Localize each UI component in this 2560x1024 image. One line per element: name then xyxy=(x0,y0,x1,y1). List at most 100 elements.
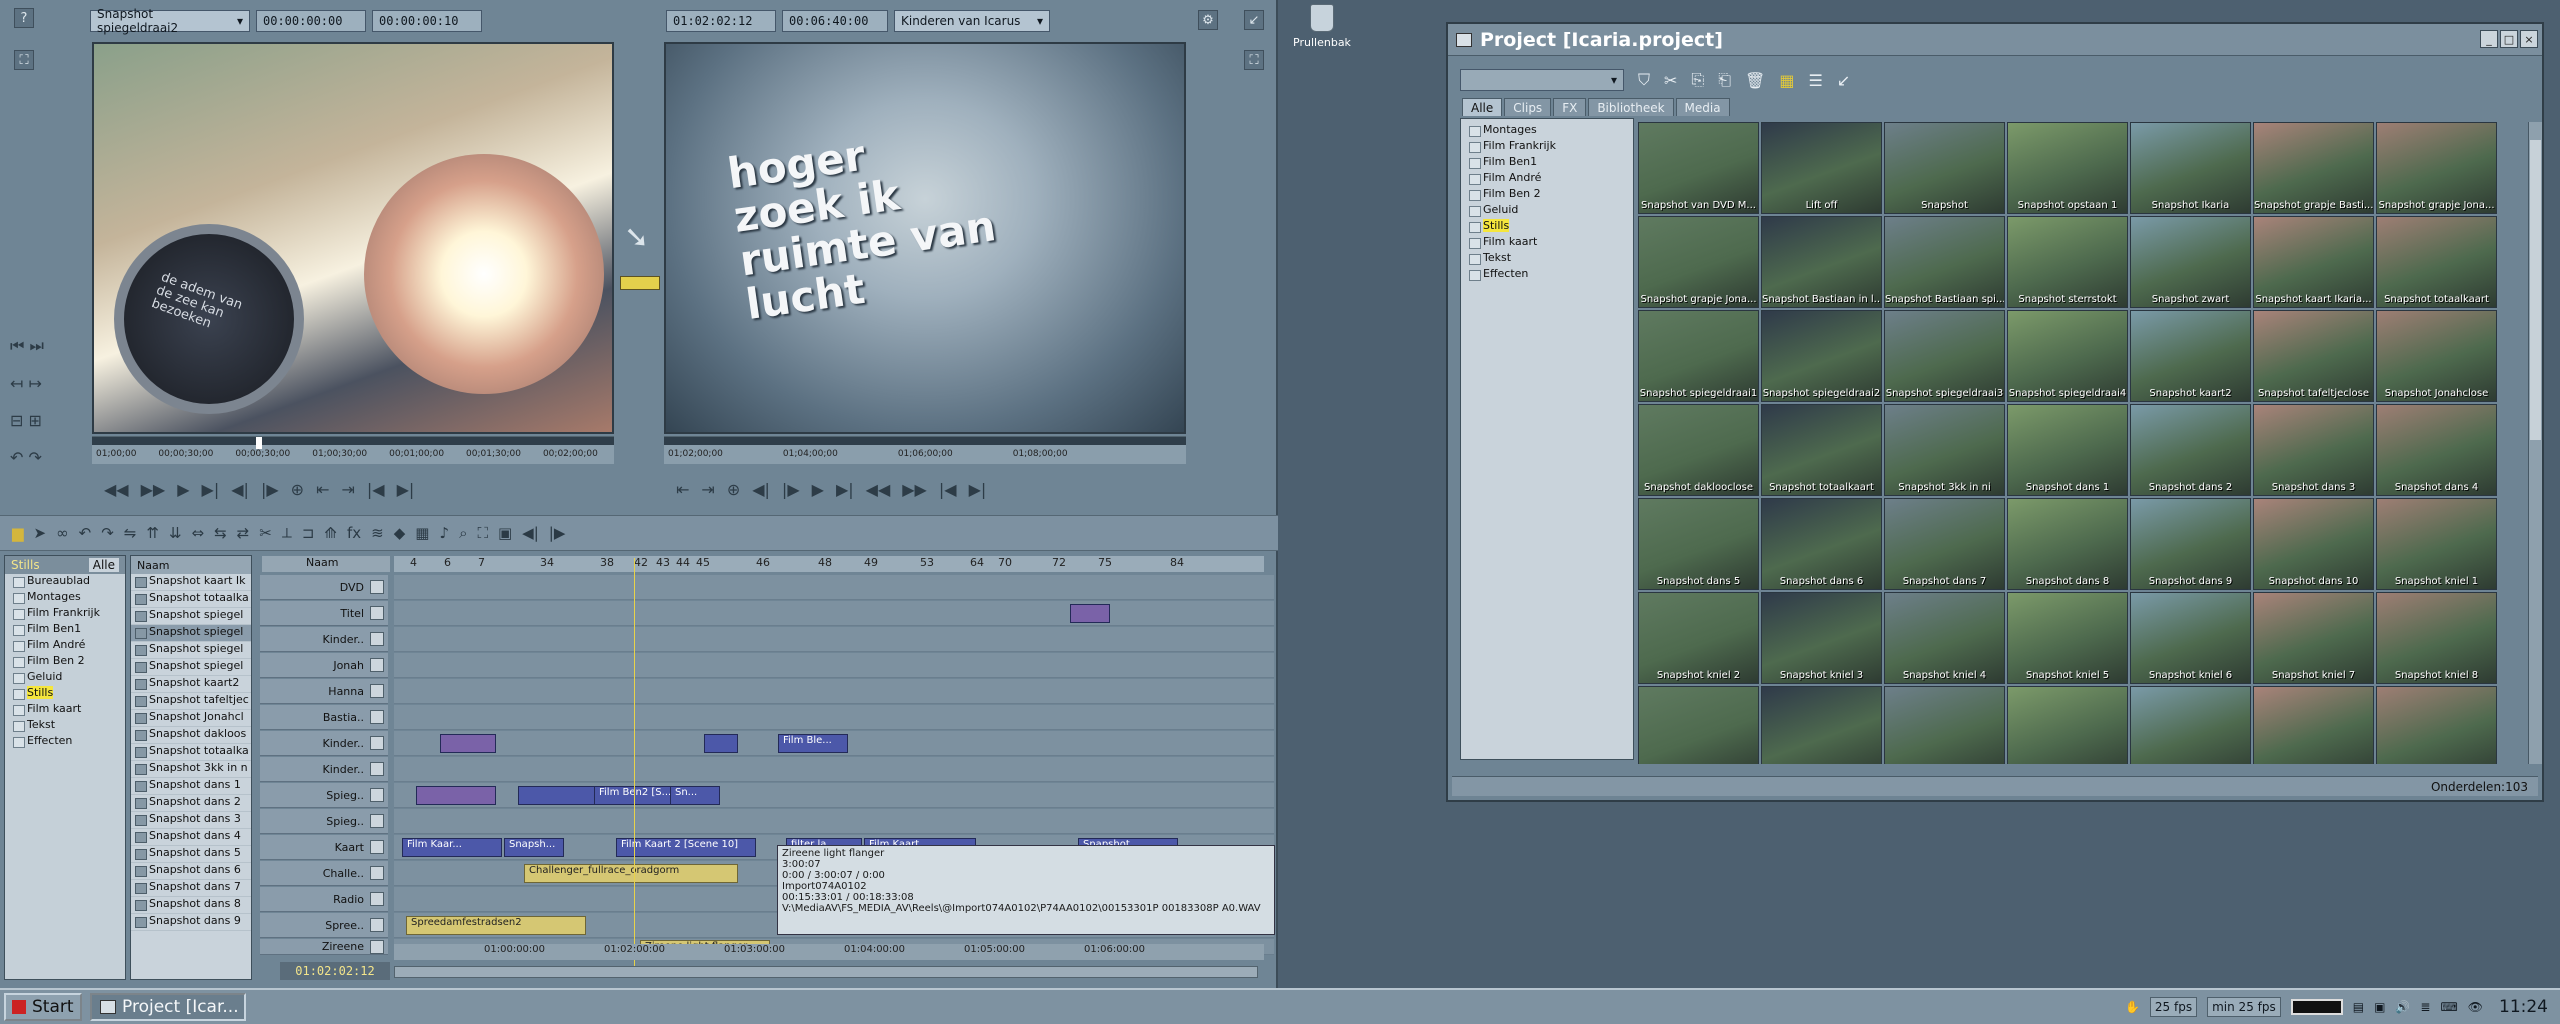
track-lane-titel[interactable] xyxy=(394,601,1274,626)
minimize-icon[interactable]: ↙ xyxy=(1837,71,1850,90)
thumbnail[interactable]: Snapshot dans 9 xyxy=(2130,498,2251,590)
slip-icon[interactable]: ⇆ xyxy=(214,524,227,542)
go-in-icon[interactable]: ⇤ xyxy=(316,480,329,499)
track-toggle[interactable] xyxy=(370,788,384,802)
list-item[interactable]: Snapshot dans 6 xyxy=(131,863,251,880)
render-icon[interactable]: ▣ xyxy=(498,524,512,542)
track-header-challe[interactable]: Challe.. xyxy=(260,861,388,886)
track-header-hanna[interactable]: Hanna xyxy=(260,679,388,704)
clip-list-header[interactable]: Naam xyxy=(131,556,251,574)
fps-indicator[interactable]: 25 fps xyxy=(2149,997,2198,1017)
keyframe-icon[interactable]: ◆ xyxy=(394,524,406,542)
thumbnail[interactable]: Snapshot totaalkaart xyxy=(2376,216,2497,308)
list-item[interactable]: Snapshot dans 3 xyxy=(131,812,251,829)
tab-bibliotheek[interactable]: Bibliotheek xyxy=(1588,98,1674,116)
hand-icon[interactable]: ✋ xyxy=(2125,1000,2140,1014)
next-icon[interactable]: ▶| xyxy=(969,480,987,499)
minimize-icon[interactable]: ↙ xyxy=(1244,10,1264,30)
source-monitor[interactable]: de adem van de zee kan bezoeken xyxy=(92,42,614,434)
source-duration-timecode[interactable]: 00:00:00:10 xyxy=(372,10,482,32)
thumbnail[interactable]: Snapshot daklooclose xyxy=(1638,404,1759,496)
network-icon[interactable]: ▤ xyxy=(2353,1000,2364,1014)
filter-icon[interactable]: ⛉ xyxy=(1638,70,1650,90)
mark-out-icon[interactable]: |▶ xyxy=(261,480,279,499)
source-clip-select[interactable]: Snapshot spiegeldraai2 ▾ xyxy=(90,7,250,35)
track-toggle[interactable] xyxy=(370,939,384,954)
thumbnail[interactable]: Snapshot dans 5 xyxy=(1638,498,1759,590)
thumbnail[interactable]: Snapshot kaart Ikaria... xyxy=(2253,216,2374,308)
folder-icon[interactable]: ▆ xyxy=(12,524,24,542)
cut-icon[interactable]: ✂ xyxy=(1664,71,1677,90)
thumbnail[interactable]: Snapshot kniel 7 xyxy=(2253,592,2374,684)
track-header-radio[interactable]: Radio xyxy=(260,887,388,912)
timeline-playhead[interactable] xyxy=(634,558,635,978)
timeline-clip[interactable] xyxy=(1070,604,1110,623)
thumbnail[interactable]: Lift off xyxy=(1761,122,1882,214)
list-item[interactable]: Snapshot spiegel xyxy=(131,659,251,676)
list-item[interactable]: Snapshot dans 2 xyxy=(131,795,251,812)
track-lane-kinder[interactable] xyxy=(394,627,1274,652)
thumbnail[interactable]: Snapshot totaalkaart xyxy=(1761,404,1882,496)
list-item[interactable]: Snapshot kaart Ik xyxy=(131,574,251,591)
track-header-spree[interactable]: Spree.. xyxy=(260,913,388,938)
thumbnail[interactable]: Snapshot kniel 13 xyxy=(2130,686,2251,764)
timeline-scrollbar[interactable] xyxy=(394,966,1258,978)
grid-icon[interactable]: ▦ xyxy=(415,524,429,542)
project-item-montages[interactable]: Montages xyxy=(1461,123,1633,139)
track-header-jonah[interactable]: Jonah xyxy=(260,653,388,678)
mixer-icon[interactable]: ≋ xyxy=(371,524,384,542)
bin-all-button[interactable]: Alle xyxy=(88,558,119,572)
bin-item-bureaublad[interactable]: Bureaublad xyxy=(5,574,125,590)
mark-in-icon[interactable]: ◀| xyxy=(231,480,249,499)
project-search-select[interactable]: ▾ xyxy=(1460,69,1624,91)
thumbnail[interactable]: Snapshot kniel 8 xyxy=(2376,592,2497,684)
track-toggle[interactable] xyxy=(370,684,384,698)
thumbnail[interactable]: Snapshot kniel 10 xyxy=(1761,686,1882,764)
track-toggle[interactable] xyxy=(370,658,384,672)
mixer-icon[interactable]: ≣ xyxy=(2420,1000,2430,1014)
thumbnail[interactable]: Snapshot grapje Basti... xyxy=(2253,122,2374,214)
mark-out-icon[interactable]: |▶ xyxy=(782,480,800,499)
previous-icon[interactable]: |◀ xyxy=(939,480,957,499)
copy-icon[interactable]: ⎘ xyxy=(1691,70,1704,90)
track-lane-kinder-2[interactable]: Film Ble... xyxy=(394,731,1274,756)
track-toggle[interactable] xyxy=(370,710,384,724)
audio-clip[interactable]: Spreedamfestradsen2 xyxy=(406,916,586,935)
track-header-dvd[interactable]: DVD xyxy=(260,575,388,600)
list-item[interactable]: Snapshot spiegel xyxy=(131,642,251,659)
record-duration[interactable]: 00:06:40:00 xyxy=(782,10,888,32)
next-frame-icon[interactable]: ▶| xyxy=(836,480,854,499)
scrollbar-thumb[interactable] xyxy=(2530,140,2541,440)
list-item[interactable]: Snapshot kaart2 xyxy=(131,676,251,693)
bin-item-film-ben1[interactable]: Film Ben1 xyxy=(5,622,125,638)
thumbnail[interactable]: Snapshot Jonahclose xyxy=(2376,310,2497,402)
project-title-bar[interactable]: Project [Icaria.project] xyxy=(1448,24,2542,56)
effects-icon[interactable]: fx xyxy=(347,524,361,542)
track-header-bastia[interactable]: Bastia.. xyxy=(260,705,388,730)
thumbnail[interactable]: Snapshot kniel 12 xyxy=(2007,686,2128,764)
play-icon[interactable]: ▶ xyxy=(177,480,189,499)
mark-in-icon[interactable]: ◀| xyxy=(752,480,770,499)
overwrite-icon[interactable]: ⇋ xyxy=(124,524,137,542)
monitor-icon[interactable] xyxy=(2290,999,2343,1015)
record-ruler[interactable]: 01;02;00;00 01;04;00;00 01;06;00;00 01;08;0… xyxy=(664,436,1186,464)
track-lane-hanna[interactable] xyxy=(394,679,1274,704)
undo-icon[interactable]: ↶ xyxy=(79,524,92,542)
track-toggle[interactable] xyxy=(370,632,384,646)
thumbnail[interactable]: Snapshot spiegeldraai2 xyxy=(1761,310,1882,402)
thumbnail[interactable]: Snapshot kniel 4 xyxy=(1884,592,2005,684)
project-item-film-ben2[interactable]: Film Ben 2 xyxy=(1461,187,1633,203)
track-toggle[interactable] xyxy=(370,736,384,750)
track-toggle[interactable] xyxy=(370,606,384,620)
tab-fx[interactable]: FX xyxy=(1553,98,1587,116)
drive-icon[interactable]: ▣ xyxy=(2374,1000,2385,1014)
track-toggle[interactable] xyxy=(370,892,384,906)
list-item[interactable]: Snapshot dans 8 xyxy=(131,897,251,914)
min-fps-indicator[interactable]: min 25 fps xyxy=(2207,997,2281,1017)
close-button[interactable]: × xyxy=(2520,30,2538,48)
timeline-clip[interactable]: Film Kaar... xyxy=(402,838,502,857)
timeline-clip[interactable] xyxy=(440,734,496,753)
prev-edit-icon[interactable]: ◀| xyxy=(522,524,539,542)
list-item[interactable]: Snapshot dakloos xyxy=(131,727,251,744)
pointer-icon[interactable]: ➤ xyxy=(34,524,47,542)
